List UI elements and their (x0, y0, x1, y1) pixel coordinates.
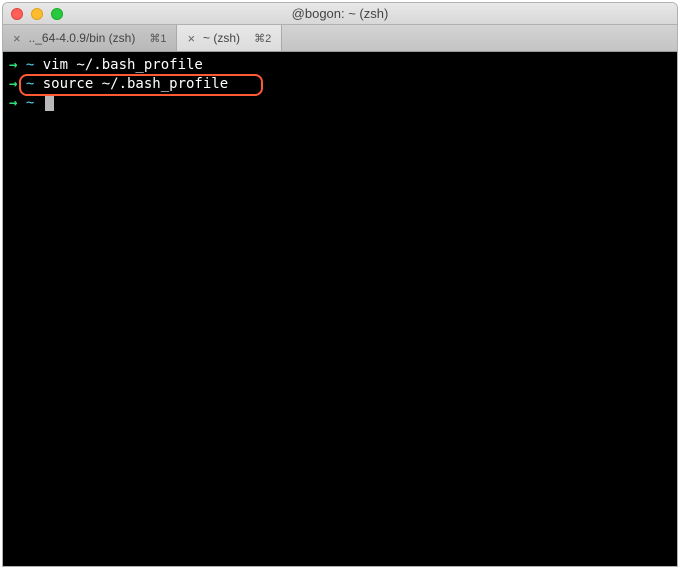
tab-session-2[interactable]: × ~ (zsh) ⌘2 (177, 25, 282, 51)
command-text: source ~/.bash_profile (43, 75, 228, 94)
minimize-icon[interactable] (31, 8, 43, 20)
terminal-viewport[interactable]: → ~ vim ~/.bash_profile → ~ source ~/.ba… (3, 52, 677, 566)
tab-session-1[interactable]: × .._64-4.0.9/bin (zsh) ⌘1 (3, 25, 177, 51)
prompt-arrow-icon: → (9, 75, 26, 94)
close-tab-icon[interactable]: × (13, 32, 21, 45)
tabbar: × .._64-4.0.9/bin (zsh) ⌘1 × ~ (zsh) ⌘2 (3, 25, 677, 52)
close-icon[interactable] (11, 8, 23, 20)
window-title: @bogon: ~ (zsh) (3, 6, 677, 21)
tab-label: .._64-4.0.9/bin (zsh) (29, 31, 136, 45)
traffic-lights (3, 8, 63, 20)
tab-shortcut: ⌘1 (149, 32, 166, 45)
terminal-line: → ~ source ~/.bash_profile (9, 75, 671, 94)
tab-shortcut: ⌘2 (254, 32, 271, 45)
terminal-line: → ~ (9, 94, 671, 113)
tab-label: ~ (zsh) (203, 31, 240, 45)
cursor-icon (45, 95, 54, 111)
titlebar[interactable]: @bogon: ~ (zsh) (3, 3, 677, 25)
maximize-icon[interactable] (51, 8, 63, 20)
prompt-arrow-icon: → (9, 56, 26, 75)
terminal-line: → ~ vim ~/.bash_profile (9, 56, 671, 75)
prompt-path: ~ (26, 94, 43, 113)
prompt-path: ~ (26, 56, 43, 75)
command-text: vim ~/.bash_profile (43, 56, 203, 75)
terminal-window: @bogon: ~ (zsh) × .._64-4.0.9/bin (zsh) … (2, 2, 678, 567)
prompt-path: ~ (26, 75, 43, 94)
close-tab-icon[interactable]: × (187, 32, 195, 45)
prompt-arrow-icon: → (9, 94, 26, 113)
